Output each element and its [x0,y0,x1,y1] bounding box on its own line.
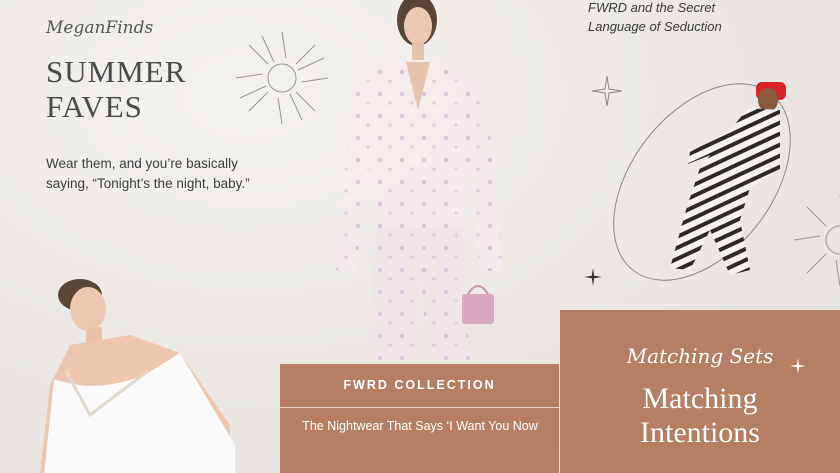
model-zebra-pajamas-image [670,82,786,275]
article-title-teaser[interactable]: FWRD and the Secret Language of Seductio… [588,0,722,36]
model-white-cami-image [40,279,235,473]
collage-canvas: MeganFinds SUMMER FAVES Wear them, and y… [0,0,840,473]
body-text: Wear them, and you’re basically saying, … [46,156,250,191]
headline-line-1: SUMMER [46,54,187,89]
sun-icon [235,31,329,125]
matching-card[interactable]: Matching Sets Matching Intentions [560,310,840,473]
sparkle-icon [790,358,806,374]
sparkle-icon [584,268,602,286]
collection-subtitle: The Nightwear That Says ‘I Want You Now [302,419,538,433]
article-title-line-2: Language of Seduction [588,19,722,34]
matching-title: Matching Intentions [570,382,830,450]
matching-title-line-1: Matching [642,382,758,415]
brand-logo-text: MeganFinds [46,18,154,38]
headline: SUMMER FAVES [46,54,246,124]
model-floral-pajamas-image [336,0,502,360]
collection-card[interactable]: FWRD COLLECTION The Nightwear That Says … [280,364,559,473]
headline-line-2: FAVES [46,89,143,124]
collection-divider [280,407,559,408]
matching-script-title: Matching Sets [626,344,774,368]
collection-title: FWRD COLLECTION [343,378,496,392]
matching-title-line-2: Intentions [640,416,760,449]
article-title-line-1: FWRD and the Secret [588,0,716,15]
